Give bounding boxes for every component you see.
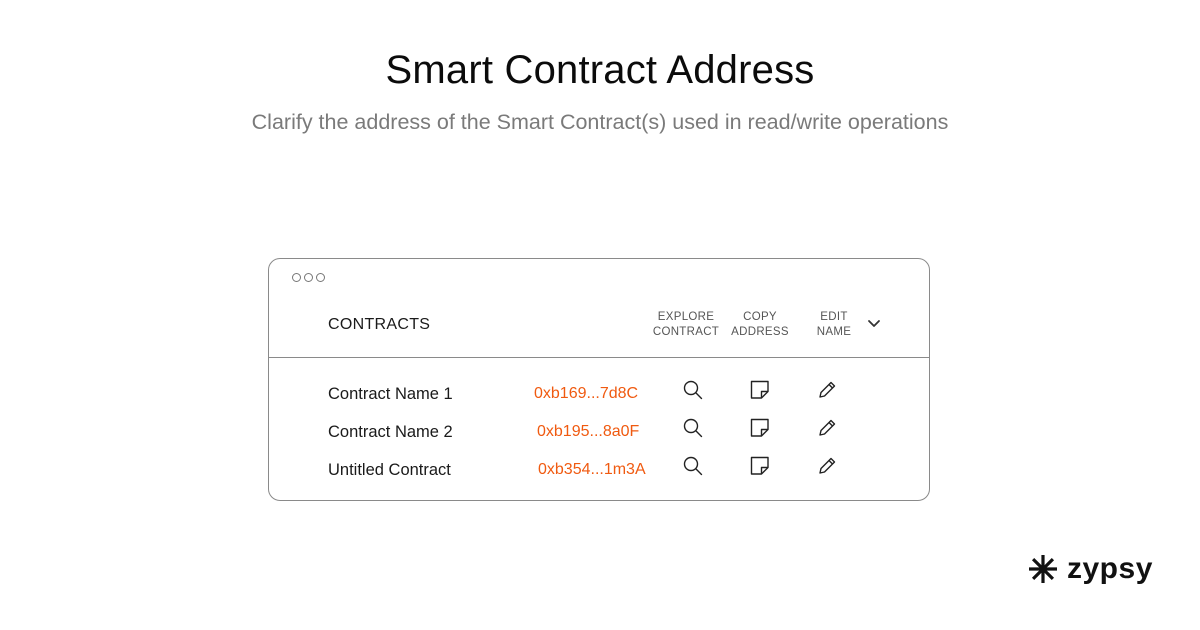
contracts-header-title: CONTRACTS [328,316,431,333]
page-title: Smart Contract Address [385,48,815,92]
contract-name: Contract Name 1 [328,385,453,403]
note-icon[interactable] [749,379,771,401]
column-header-explore-contract: EXPLORE CONTRACT [652,311,720,338]
pencil-icon[interactable] [816,417,838,439]
window-dots-icon [292,273,325,282]
contract-row: Contract Name 2 0xb195...8a0F [269,417,929,447]
contract-name: Contract Name 2 [328,423,453,441]
page-subtitle: Clarify the address of the Smart Contrac… [251,110,949,134]
contract-address: 0xb169...7d8C [534,385,639,402]
column-header-edit-name: EDIT NAME [816,311,852,338]
asterisk-logo-icon [1029,555,1057,583]
search-icon[interactable] [682,455,704,477]
contract-address: 0xb354...1m3A [538,461,646,478]
contract-row: Contract Name 1 0xb169...7d8C [269,379,929,409]
brand-logo: zypsy [1027,552,1153,586]
search-icon[interactable] [682,379,704,401]
search-icon[interactable] [682,417,704,439]
brand-name: zypsy [1067,552,1153,585]
contracts-window: CONTRACTS EXPLORE CONTRACT COPY ADDRESS … [268,258,930,501]
contract-name: Untitled Contract [328,461,451,479]
note-icon[interactable] [749,455,771,477]
contract-address: 0xb195...8a0F [537,423,640,440]
chevron-down-icon[interactable] [867,319,881,329]
contract-row: Untitled Contract 0xb354...1m3A [269,455,929,485]
pencil-icon[interactable] [816,379,838,401]
pencil-icon[interactable] [816,455,838,477]
note-icon[interactable] [749,417,771,439]
header-divider [269,357,929,358]
column-header-copy-address: COPY ADDRESS [731,311,789,338]
